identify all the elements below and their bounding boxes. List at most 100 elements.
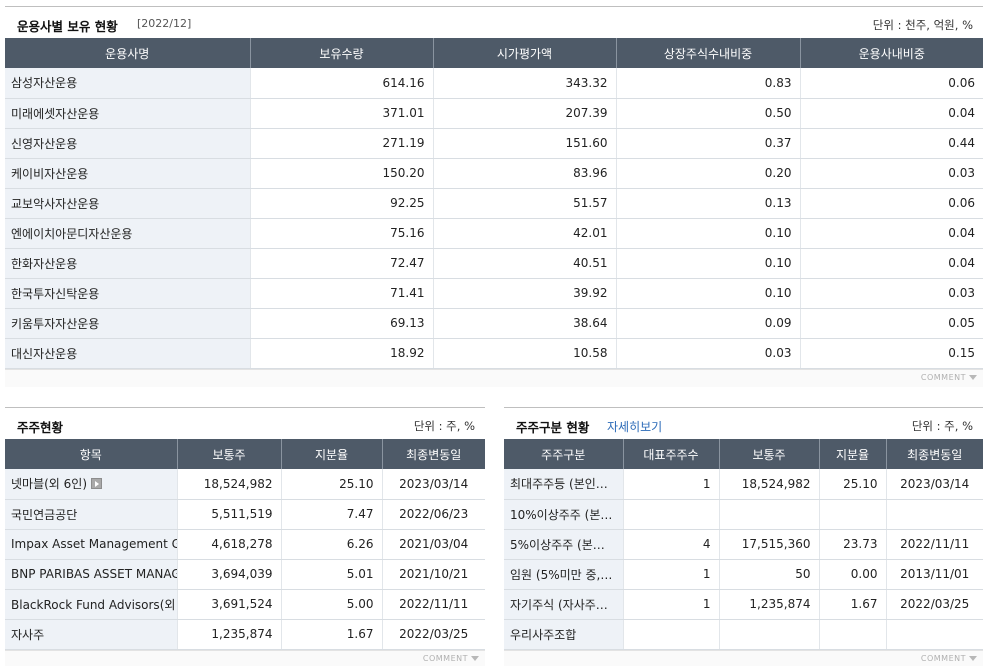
last-change-cell-text: 2021/03/04 (399, 537, 469, 551)
market-value-cell-text: 151.60 (565, 136, 608, 150)
common-shares-cell (719, 619, 820, 650)
market-value-cell: 40.51 (433, 248, 617, 279)
market-value-cell-text: 207.39 (565, 106, 608, 120)
chevron-down-icon (969, 374, 977, 380)
common-shares-cell-text: 3,694,039 (211, 567, 273, 581)
ownership-cell: 0.00 (819, 559, 887, 590)
table-row: 10%이상주주 (본… (504, 499, 983, 530)
holder-type-cell: 10%이상주주 (본… (504, 499, 624, 530)
table-row: 한화자산운용 72.47 40.51 0.10 0.04 (5, 248, 983, 279)
fund-ratio-cell: 0.44 (800, 128, 983, 159)
table-row: 한국투자신탁운용 71.41 39.92 0.10 0.03 (5, 278, 983, 309)
table-row: 교보악사자산운용 92.25 51.57 0.13 0.06 (5, 188, 983, 219)
last-change-cell-text: 2022/03/25 (399, 627, 469, 641)
fund-name-cell-text: 한화자산운용 (11, 256, 78, 271)
holder-type-cell-text: 최대주주등 (본인… (510, 477, 608, 492)
fund-name-cell-text: 신영자산운용 (11, 136, 78, 151)
last-change-cell-text: 2021/10/21 (399, 567, 469, 581)
shareholder-types-header-row: 주주구분 대표주주수 보통주 지분율 최종변동일 (504, 439, 983, 469)
table-row: 엔에이치아문디자산운용 75.16 42.01 0.10 0.04 (5, 218, 983, 249)
common-shares-cell: 17,515,360 (719, 529, 820, 560)
holder-count-cell-text: 4 (702, 537, 711, 551)
shareholder-types-title: 주주구분 현황 (516, 420, 590, 435)
col-header-holder-count: 대표주주수 (623, 439, 720, 469)
market-value-cell-text: 39.92 (573, 286, 608, 300)
market-value-cell-text: 51.57 (573, 196, 608, 210)
listed-ratio-cell-text: 0.13 (764, 196, 792, 210)
shareholder-name-cell: Impax Asset Management Gro (5, 529, 178, 560)
fund-name-cell-text: 삼성자산운용 (11, 76, 78, 91)
last-change-cell-text: 2023/03/14 (900, 476, 970, 491)
shareholders-comment-toggle[interactable]: COMMENT (5, 649, 485, 666)
col-header-item: 항목 (5, 439, 178, 469)
quantity-cell: 75.16 (250, 218, 434, 249)
shareholder-types-comment-toggle[interactable]: COMMENT (504, 649, 983, 666)
holder-type-cell: 자기주식 (자사주… (504, 589, 624, 620)
holder-count-cell: 1 (623, 469, 720, 500)
col-header-common-shares: 보통주 (719, 439, 820, 469)
last-change-cell-text: 2022/03/25 (900, 597, 970, 611)
expand-arrow-icon[interactable] (91, 478, 103, 490)
comment-label: COMMENT (920, 653, 966, 663)
col-header-ownership: 지분율 (281, 439, 383, 469)
listed-ratio-cell-text: 0.10 (764, 286, 792, 300)
fund-name-cell-text: 케이비자산운용 (11, 166, 89, 181)
last-change-cell: 2022/03/25 (382, 619, 485, 650)
holder-type-cell-text: 우리사주조합 (510, 627, 577, 642)
common-shares-cell-text: 18,524,982 (741, 476, 811, 491)
holder-count-cell-text: 1 (702, 597, 711, 611)
ownership-cell-text: 7.47 (346, 507, 374, 521)
last-change-cell: 2023/03/14 (886, 469, 983, 500)
listed-ratio-cell-text: 0.83 (764, 75, 792, 90)
listed-ratio-cell: 0.10 (616, 278, 801, 309)
last-change-cell: 2023/03/14 (382, 469, 485, 500)
listed-ratio-cell: 0.13 (616, 188, 801, 219)
comment-label: COMMENT (920, 372, 966, 382)
fund-name-cell: 신영자산운용 (5, 128, 251, 159)
shareholder-types-header: 주주구분 현황 자세히보기 단위 : 주, % (504, 407, 983, 439)
table-row: 국민연금공단 5,511,519 7.47 2022/06/23 (5, 499, 485, 530)
ownership-cell-text: 5.00 (346, 597, 374, 611)
market-value-cell-text: 83.96 (573, 166, 608, 180)
col-header-quantity: 보유수량 (250, 38, 434, 68)
view-details-link[interactable]: 자세히보기 (607, 418, 662, 435)
fund-ratio-cell: 0.04 (800, 218, 983, 249)
fund-name-cell: 미래에셋자산운용 (5, 98, 251, 129)
col-header-fund-ratio: 운용사내비중 (800, 38, 983, 68)
comment-label: COMMENT (422, 653, 468, 663)
fund-ratio-cell-text: 0.04 (948, 106, 975, 120)
shareholder-name-cell: BNP PARIBAS ASSET MANAGE (5, 559, 178, 590)
market-value-cell: 42.01 (433, 218, 617, 249)
ownership-cell: 6.26 (281, 529, 383, 560)
fund-holdings-comment-toggle[interactable]: COMMENT (5, 368, 983, 387)
fund-holdings-title: 운용사별 보유 현황 (17, 19, 118, 34)
holder-count-cell: 1 (623, 589, 720, 620)
shareholder-name-cell: 국민연금공단 (5, 499, 178, 530)
shareholders-unit: 단위 : 주, % (413, 419, 475, 433)
shareholders-title: 주주현황 (17, 420, 64, 435)
listed-ratio-cell-text: 0.20 (764, 166, 792, 180)
listed-ratio-cell: 0.03 (616, 338, 801, 369)
quantity-cell: 69.13 (250, 308, 434, 339)
fund-ratio-cell-text: 0.44 (948, 136, 975, 150)
common-shares-cell: 18,524,982 (177, 469, 282, 500)
table-row: 자사주 1,235,874 1.67 2022/03/25 (5, 619, 485, 650)
market-value-cell-text: 10.58 (573, 346, 608, 360)
table-row: 삼성자산운용 614.16 343.32 0.83 0.06 (5, 68, 983, 99)
common-shares-cell-text: 4,618,278 (211, 537, 273, 551)
fund-name-cell-text: 대신자산운용 (11, 346, 78, 361)
shareholder-types-table: 주주구분 대표주주수 보통주 지분율 최종변동일 최대주주등 (본인… 1 18,5… (504, 439, 983, 650)
holder-type-cell: 5%이상주주 (본인… (504, 529, 624, 560)
col-header-listed-ratio: 상장주식수내비중 (616, 38, 801, 68)
listed-ratio-cell-text: 0.09 (764, 316, 792, 330)
fund-name-cell: 한국투자신탁운용 (5, 278, 251, 309)
market-value-cell: 207.39 (433, 98, 617, 129)
fund-holdings-panel: 운용사별 보유 현황 [2022/12] 단위 : 천주, 억원, % 운용사명… (5, 6, 983, 387)
ownership-cell: 23.73 (819, 529, 887, 560)
ownership-cell-text: 1.67 (346, 627, 374, 641)
listed-ratio-cell: 0.20 (616, 158, 801, 189)
ownership-cell-text: 6.26 (346, 537, 374, 551)
last-change-cell (886, 499, 983, 530)
holder-count-cell (623, 499, 720, 530)
quantity-cell-text: 271.19 (382, 136, 425, 150)
